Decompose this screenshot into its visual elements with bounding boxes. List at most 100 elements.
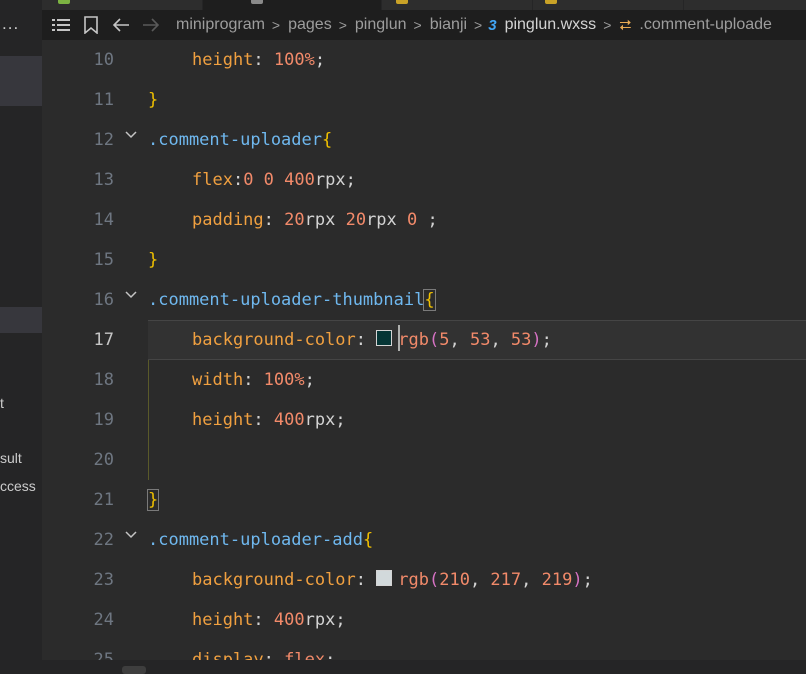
code-line[interactable]: 21} bbox=[42, 480, 806, 520]
code-token: height bbox=[192, 610, 254, 630]
code-text[interactable]: width: 100%; bbox=[192, 360, 315, 400]
code-line[interactable]: 13 flex:0 0 400rpx; bbox=[42, 160, 806, 200]
code-token: 5 bbox=[439, 330, 450, 350]
fold-chevron-icon[interactable] bbox=[124, 528, 138, 542]
code-token: .comment-uploader bbox=[148, 130, 322, 150]
code-token: rpx bbox=[366, 210, 408, 230]
code-token: rpx; bbox=[304, 610, 346, 630]
breadcrumb-item[interactable]: pinglun bbox=[355, 16, 407, 34]
breadcrumb-file[interactable]: pinglun.wxss bbox=[505, 16, 597, 34]
code-token: background-color bbox=[192, 330, 356, 350]
chevron-right-icon: > bbox=[413, 17, 422, 33]
code-token: ; bbox=[314, 50, 326, 70]
code-line[interactable]: 12 .comment-uploader{ bbox=[42, 120, 806, 160]
code-token: 400 bbox=[273, 610, 305, 630]
color-swatch[interactable] bbox=[376, 570, 393, 586]
code-token: 53 bbox=[469, 330, 491, 350]
outline-list-icon[interactable] bbox=[50, 14, 72, 36]
chevron-right-icon: > bbox=[271, 17, 281, 33]
scrollbar-thumb[interactable] bbox=[122, 666, 146, 674]
fold-chevron-icon[interactable] bbox=[124, 128, 138, 142]
tree-item-label[interactable]: ccess bbox=[0, 478, 36, 494]
editor-tab[interactable] bbox=[382, 0, 533, 10]
selected-tree-item[interactable] bbox=[0, 56, 42, 106]
code-token: : bbox=[355, 330, 377, 350]
code-token: rgb bbox=[398, 330, 429, 350]
code-line[interactable]: 16 .comment-uploader-thumbnail{ bbox=[42, 280, 806, 320]
line-number: 15 bbox=[93, 250, 114, 270]
back-arrow-icon[interactable] bbox=[110, 14, 132, 36]
more-actions-button[interactable]: ... bbox=[2, 14, 19, 34]
tree-item-label[interactable]: sult bbox=[0, 450, 22, 466]
line-number: 11 bbox=[93, 90, 114, 110]
code-token: ) bbox=[572, 570, 583, 590]
code-text[interactable]: background-color: rgb(5, 53, 53); bbox=[192, 320, 552, 360]
code-text[interactable]: .comment-uploader-add{ bbox=[148, 520, 373, 560]
code-token: 400 bbox=[273, 410, 305, 430]
line-number: 10 bbox=[93, 50, 114, 70]
forward-arrow-icon[interactable] bbox=[140, 14, 162, 36]
code-line[interactable]: 10 height: 100%; bbox=[42, 40, 806, 80]
breadcrumb-item[interactable]: pages bbox=[288, 16, 332, 34]
code-token: rpx; bbox=[314, 170, 356, 190]
code-text[interactable]: .comment-uploader-thumbnail{ bbox=[148, 280, 436, 320]
code-token: height bbox=[192, 410, 254, 430]
breadcrumb-item[interactable]: miniprogram bbox=[176, 16, 265, 34]
code-editor[interactable]: 10 height: 100%; 11} 12 .comment-uploader{13… bbox=[42, 40, 806, 674]
file-icon bbox=[396, 0, 408, 4]
code-token: : bbox=[243, 370, 264, 390]
line-number: 19 bbox=[93, 410, 114, 430]
line-number: 13 bbox=[93, 170, 114, 190]
code-token: 219 bbox=[541, 570, 573, 590]
code-token: , bbox=[490, 330, 511, 350]
code-text[interactable]: .comment-uploader{ bbox=[148, 120, 332, 160]
code-token: : bbox=[232, 170, 244, 190]
breadcrumb-symbol[interactable]: .comment-uploade bbox=[639, 16, 772, 34]
breadcrumb-bar: miniprogram > pages > pinglun > bianji >… bbox=[42, 10, 806, 40]
explorer-sidebar: ... t sult ccess bbox=[0, 0, 43, 674]
code-line[interactable]: 17 background-color: rgb(5, 53, 53); bbox=[42, 320, 806, 360]
file-icon bbox=[58, 0, 70, 4]
code-line[interactable]: 22 .comment-uploader-add{ bbox=[42, 520, 806, 560]
code-text[interactable]: } bbox=[148, 240, 158, 280]
code-token: } bbox=[148, 90, 159, 110]
code-token: ( bbox=[428, 330, 440, 350]
bookmark-icon[interactable] bbox=[80, 14, 102, 36]
code-token: { bbox=[423, 289, 436, 311]
editor-tab[interactable] bbox=[42, 0, 203, 10]
color-swatch[interactable] bbox=[376, 330, 393, 346]
code-line[interactable]: 19 height: 400rpx; bbox=[42, 400, 806, 440]
code-line[interactable]: 24 height: 400rpx; bbox=[42, 600, 806, 640]
code-line[interactable]: 18 width: 100%; bbox=[42, 360, 806, 400]
fold-chevron-icon[interactable] bbox=[124, 288, 138, 302]
line-number: 12 bbox=[93, 130, 114, 150]
code-token: { bbox=[322, 130, 333, 150]
code-text[interactable]: background-color: rgb(210, 217, 219); bbox=[192, 560, 593, 600]
editor-tab-active[interactable] bbox=[203, 0, 382, 10]
code-line[interactable]: 14 padding: 20rpx 20rpx 0 ; bbox=[42, 200, 806, 240]
code-text[interactable]: flex:0 0 400rpx; bbox=[192, 160, 356, 200]
code-token: width bbox=[192, 370, 244, 390]
line-number: 22 bbox=[93, 530, 114, 550]
code-line[interactable]: 23 background-color: rgb(210, 217, 219); bbox=[42, 560, 806, 600]
breadcrumb-item[interactable]: bianji bbox=[430, 16, 467, 34]
code-token: ; bbox=[417, 210, 438, 230]
code-text[interactable]: height: 100%; bbox=[192, 40, 325, 80]
code-token: { bbox=[362, 530, 374, 550]
editor-tab[interactable] bbox=[533, 0, 684, 10]
code-line[interactable]: 15} bbox=[42, 240, 806, 280]
code-text[interactable]: height: 400rpx; bbox=[192, 600, 346, 640]
code-text[interactable]: } bbox=[148, 80, 158, 120]
code-token: 20 bbox=[284, 210, 305, 230]
hovered-tree-item[interactable] bbox=[0, 307, 42, 333]
code-line[interactable]: 20 bbox=[42, 440, 806, 480]
horizontal-scrollbar[interactable] bbox=[42, 660, 806, 674]
symbol-class-icon: ⮂ bbox=[619, 16, 632, 34]
code-line[interactable]: 11} bbox=[42, 80, 806, 120]
tree-item-label[interactable]: t bbox=[0, 395, 4, 411]
code-text[interactable]: padding: 20rpx 20rpx 0 ; bbox=[192, 200, 438, 240]
code-text[interactable]: } bbox=[146, 480, 160, 520]
chevron-right-icon: > bbox=[603, 17, 612, 33]
code-token: } bbox=[148, 250, 159, 270]
code-text[interactable]: height: 400rpx; bbox=[192, 400, 346, 440]
